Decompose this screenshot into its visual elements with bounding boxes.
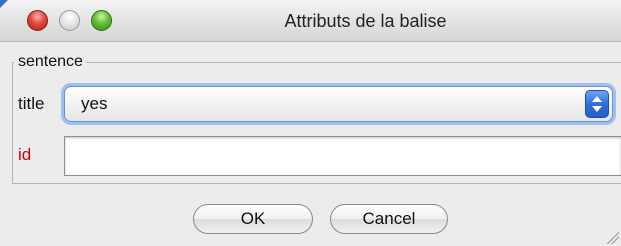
window-title: Attributs de la balise (284, 11, 447, 31)
minimize-button-icon[interactable] (59, 10, 80, 31)
dialog-window: Attributs de la balise sentence title ye… (0, 0, 621, 246)
id-input[interactable] (64, 136, 621, 176)
window-corner-mark (0, 0, 8, 8)
arrow-down-icon (592, 106, 602, 112)
title-select-value: yes (81, 94, 108, 113)
up-down-arrows-icon[interactable] (585, 90, 609, 118)
close-button-icon[interactable] (27, 10, 48, 31)
resize-grip-icon[interactable] (603, 228, 619, 244)
zoom-button-icon[interactable] (91, 10, 112, 31)
fieldset-legend: sentence (14, 52, 87, 72)
title-field-label: title (18, 94, 45, 113)
ok-button[interactable]: OK (193, 204, 313, 234)
title-bar[interactable]: Attributs de la balise (0, 0, 621, 42)
id-field-label: id (18, 145, 32, 164)
cancel-button[interactable]: Cancel (330, 204, 448, 234)
title-select[interactable]: yes (64, 86, 613, 122)
arrow-up-icon (592, 96, 602, 102)
